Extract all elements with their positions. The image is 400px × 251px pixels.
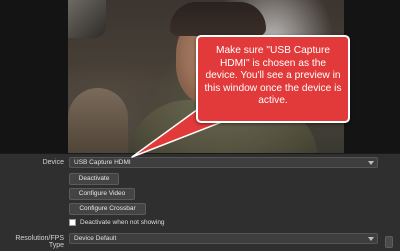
- instruction-callout: Make sure "USB Capture HDMI" is chosen a…: [196, 35, 350, 123]
- callout-text: Make sure "USB Capture HDMI" is chosen a…: [204, 45, 342, 106]
